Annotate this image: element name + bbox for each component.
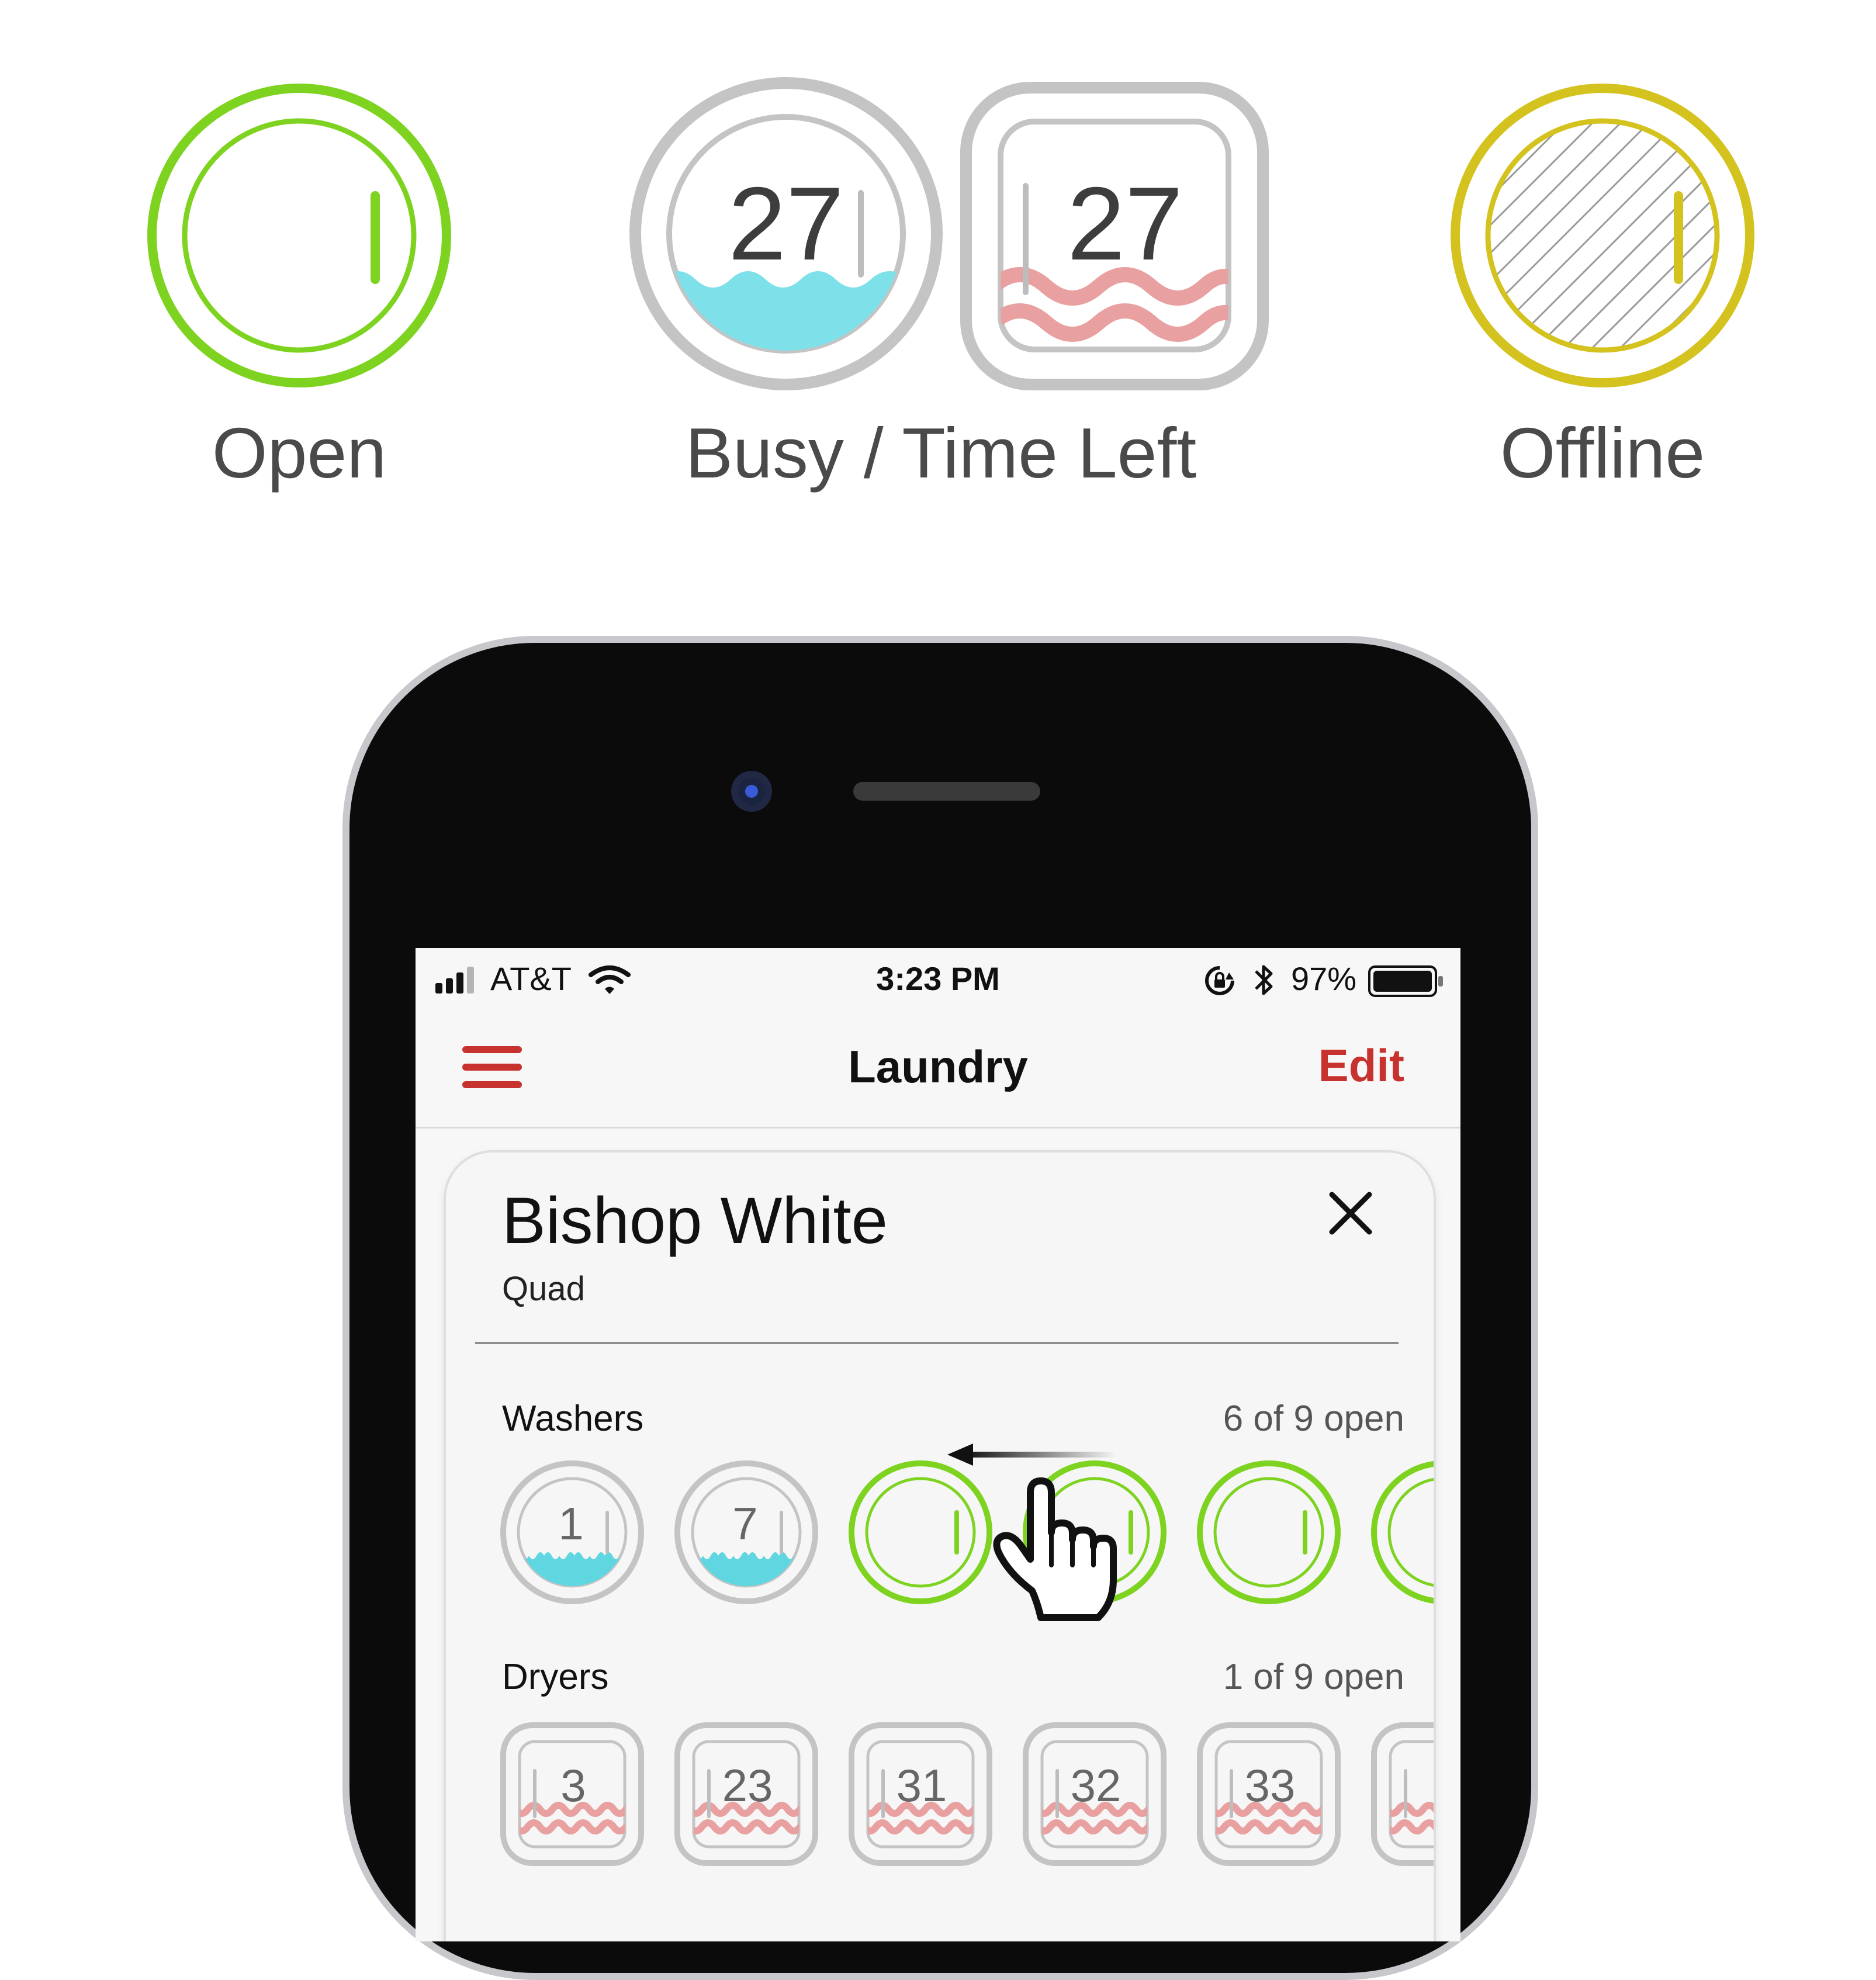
washer-busy[interactable]: 1 [500,1460,644,1604]
washer-busy[interactable]: 7 [674,1460,818,1604]
legend-open-icon [147,84,451,387]
page-title: Laundry [848,1041,1028,1092]
washers-open-count: 6 of 9 open [1223,1399,1404,1439]
battery-percent: 97% [1291,960,1357,997]
washer-number: 1 [558,1498,583,1549]
dryer-busy[interactable]: 33 [1197,1722,1347,1866]
legend-washer-minutes: 27 [728,165,844,282]
legend-busy-label: Busy / Time Left [685,413,1197,493]
bluetooth-icon [1255,965,1273,995]
dryer-row: 3 23 31 32 33 [500,1722,1434,1866]
legend-icons [147,77,1754,390]
dryer-number: 33 [1245,1760,1296,1811]
earpiece-speaker [853,782,1040,801]
rotation-lock-icon [1205,966,1234,995]
washer-open[interactable] [1197,1460,1341,1604]
status-bar: AT&T 3:23 PM 97% [416,948,1460,1012]
legend-dryer-minutes: 27 [1067,165,1183,282]
front-camera [731,771,772,812]
swipe-arrow-icon [947,1444,1117,1466]
dryer-busy[interactable]: 31 [849,1722,999,1866]
dryer-number: 31 [897,1760,947,1811]
close-icon[interactable] [1327,1190,1374,1237]
dryer-busy[interactable] [1371,1722,1434,1866]
legend-offline-label: Offline [1500,413,1705,493]
phone-screen: AT&T 3:23 PM 97% Laundry Edit Bishop Whi… [416,948,1460,1941]
washers-label: Washers [502,1399,644,1439]
dryer-number: 32 [1071,1760,1122,1811]
battery-icon [1368,965,1443,997]
dryer-busy[interactable]: 32 [1023,1722,1173,1866]
edit-button[interactable]: Edit [1318,1039,1404,1092]
dryer-number: 3 [560,1760,586,1811]
location-area: Quad [502,1270,585,1308]
dryer-number: 23 [722,1760,773,1811]
hand-pointer-icon [993,1477,1117,1621]
legend-open-label: Open [212,413,387,493]
washer-number: 7 [732,1498,757,1549]
washer-open[interactable] [1371,1461,1434,1604]
dryers-label: Dryers [502,1657,609,1697]
dryer-busy[interactable]: 23 [674,1722,825,1866]
location-name: Bishop White [502,1184,888,1257]
swipe-gesture-overlay [947,1444,1117,1621]
legend-offline-icon [1451,84,1754,387]
dryer-busy[interactable]: 3 [500,1722,650,1866]
dryers-open-count: 1 of 9 open [1223,1657,1404,1697]
card-divider [475,1342,1399,1344]
nav-bar: Laundry Edit [416,1012,1460,1129]
